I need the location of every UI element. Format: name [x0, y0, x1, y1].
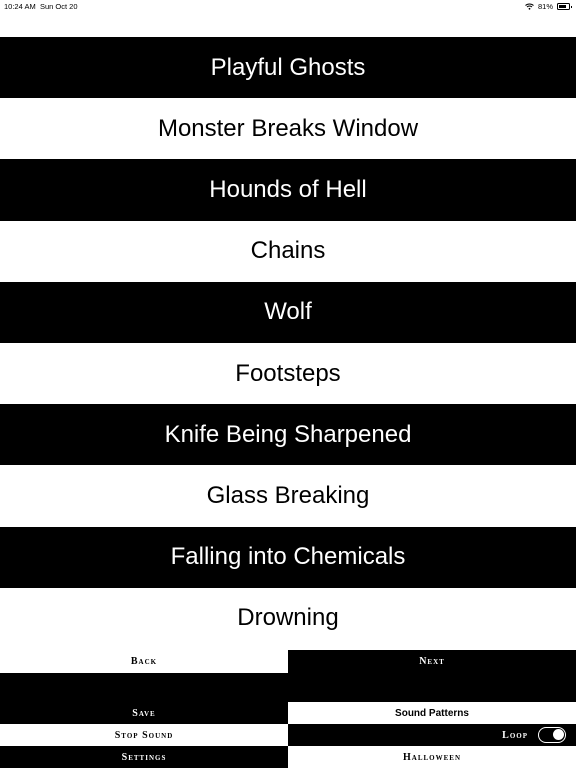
loop-label: Loop [502, 729, 528, 741]
toggle-knob [553, 729, 564, 740]
sound-item[interactable]: Drowning [0, 587, 576, 649]
battery-icon [557, 3, 572, 10]
save-button[interactable]: Save [0, 702, 288, 724]
sound-item[interactable]: Chains [0, 220, 576, 282]
back-button[interactable]: Back [0, 650, 288, 673]
sound-item[interactable]: Falling into Chemicals [0, 526, 576, 588]
control-panel: Back Next Save Sound Patterns Stop Sound… [0, 650, 576, 768]
status-time: 10:24 AM [4, 2, 36, 11]
status-date: Sun Oct 20 [40, 2, 78, 11]
loop-toggle[interactable] [538, 727, 566, 743]
sound-item[interactable]: Glass Breaking [0, 465, 576, 527]
sound-item[interactable]: Wolf [0, 281, 576, 343]
sound-item[interactable]: Footsteps [0, 342, 576, 405]
status-right: 81% [525, 2, 572, 11]
sound-item[interactable]: Knife Being Sharpened [0, 404, 576, 466]
sound-list: Playful Ghosts Monster Breaks Window Hou… [0, 37, 576, 649]
battery-percent: 81% [537, 2, 553, 11]
sound-item[interactable]: Playful Ghosts [0, 37, 576, 99]
spacer-bar [0, 673, 576, 702]
sound-item[interactable]: Monster Breaks Window [0, 98, 576, 160]
stop-sound-button[interactable]: Stop Sound [0, 724, 288, 746]
loop-row: Loop [288, 724, 576, 746]
sound-patterns-button[interactable]: Sound Patterns [288, 702, 576, 724]
wifi-icon [525, 3, 534, 10]
next-button[interactable]: Next [288, 650, 576, 673]
status-bar: 10:24 AM Sun Oct 20 81% [0, 0, 576, 14]
sound-item[interactable]: Hounds of Hell [0, 159, 576, 221]
category-button[interactable]: Halloween [288, 746, 576, 768]
settings-button[interactable]: Settings [0, 746, 288, 768]
